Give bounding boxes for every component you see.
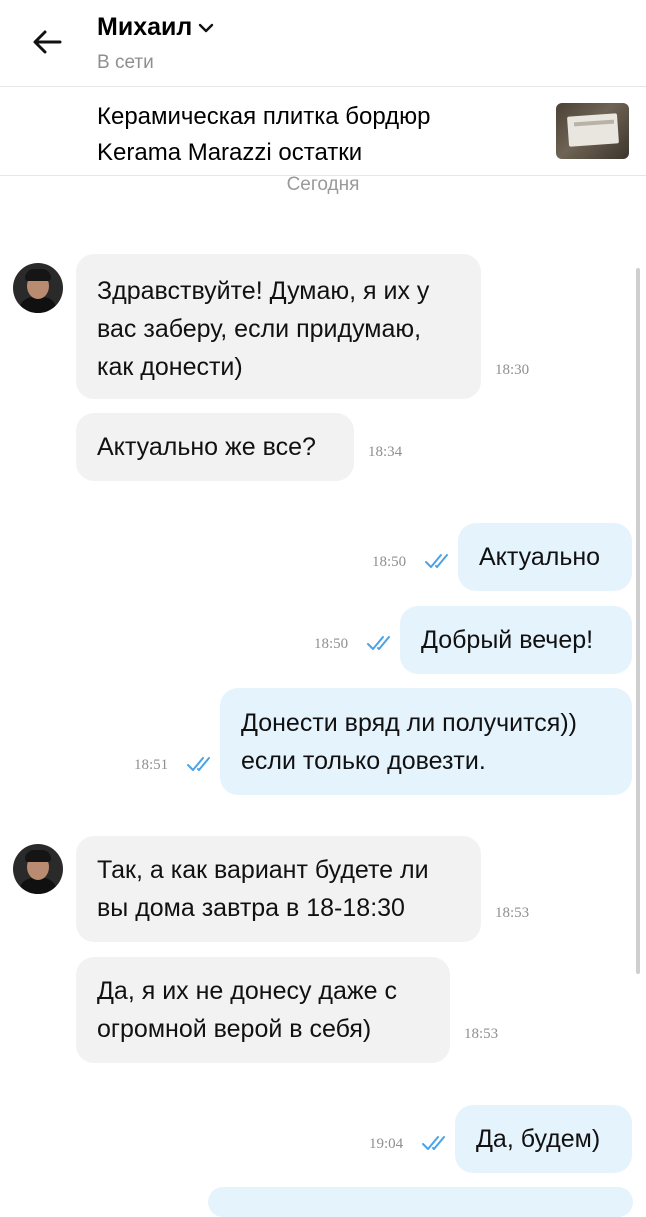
- message-time: 18:53: [464, 1026, 499, 1042]
- online-status: В сети: [97, 52, 154, 73]
- message-bubble-incoming[interactable]: Да, я их не донесу даже с огромной верой…: [76, 957, 450, 1063]
- double-check-icon: [425, 554, 448, 568]
- message-text: Добрый вечер!: [421, 626, 594, 654]
- message-time: 18:30: [495, 362, 530, 378]
- double-check-icon: [187, 757, 210, 771]
- message-bubble-outgoing[interactable]: [208, 1187, 633, 1217]
- message-text: Да, будем): [476, 1125, 601, 1153]
- chevron-down-icon: [199, 23, 214, 32]
- listing-title: Керамическая плитка бордюр Kerama Marazz…: [97, 99, 517, 171]
- message-bubble-outgoing[interactable]: Добрый вечер!: [400, 606, 632, 674]
- message-time: 18:34: [368, 444, 403, 460]
- message-time: 18:50: [372, 554, 407, 570]
- message-bubble-incoming[interactable]: Актуально же все?: [76, 413, 354, 481]
- message-text: Так, а как вариант будете ли вы дома зав…: [97, 856, 429, 922]
- message-time: 18:53: [495, 905, 530, 921]
- arrow-left-icon: [33, 30, 62, 54]
- message-bubble-incoming[interactable]: Так, а как вариант будете ли вы дома зав…: [76, 836, 481, 942]
- listing-thumbnail[interactable]: [556, 103, 629, 159]
- message-text: Донести вряд ли получится)) если только …: [241, 709, 577, 775]
- avatar[interactable]: [13, 263, 63, 313]
- back-button[interactable]: [24, 22, 70, 62]
- message-bubble-incoming[interactable]: Здравствуйте! Думаю, я их у вас заберу, …: [76, 254, 481, 399]
- message-text: Актуально: [479, 543, 601, 571]
- message-time: 18:50: [314, 636, 349, 652]
- message-bubble-outgoing[interactable]: Да, будем): [455, 1105, 632, 1173]
- listing-title-line-1: Керамическая плитка бордюр: [97, 103, 431, 130]
- message-text: Да, я их не донесу даже с огромной верой…: [97, 977, 397, 1043]
- message-text: Здравствуйте! Думаю, я их у вас заберу, …: [97, 277, 430, 381]
- message-text: Актуально же все?: [97, 433, 316, 461]
- listing-title-line-2: Kerama Marazzi остатки: [97, 139, 363, 166]
- message-bubble-outgoing[interactable]: Донести вряд ли получится)) если только …: [220, 688, 632, 795]
- message-bubble-outgoing[interactable]: Актуально: [458, 523, 632, 591]
- date-separator: Сегодня: [286, 174, 360, 195]
- scrollbar[interactable]: [636, 268, 640, 974]
- chat-header: Михаил В сети: [0, 0, 646, 87]
- avatar[interactable]: [13, 844, 63, 894]
- double-check-icon: [367, 636, 390, 650]
- message-time: 19:04: [369, 1136, 404, 1152]
- contact-name: Михаил: [97, 13, 193, 41]
- contact-name-button[interactable]: Михаил: [97, 13, 214, 42]
- message-time: 18:51: [134, 757, 169, 773]
- listing-item-bar[interactable]: Керамическая плитка бордюр Kerama Marazz…: [0, 87, 646, 176]
- double-check-icon: [422, 1136, 445, 1150]
